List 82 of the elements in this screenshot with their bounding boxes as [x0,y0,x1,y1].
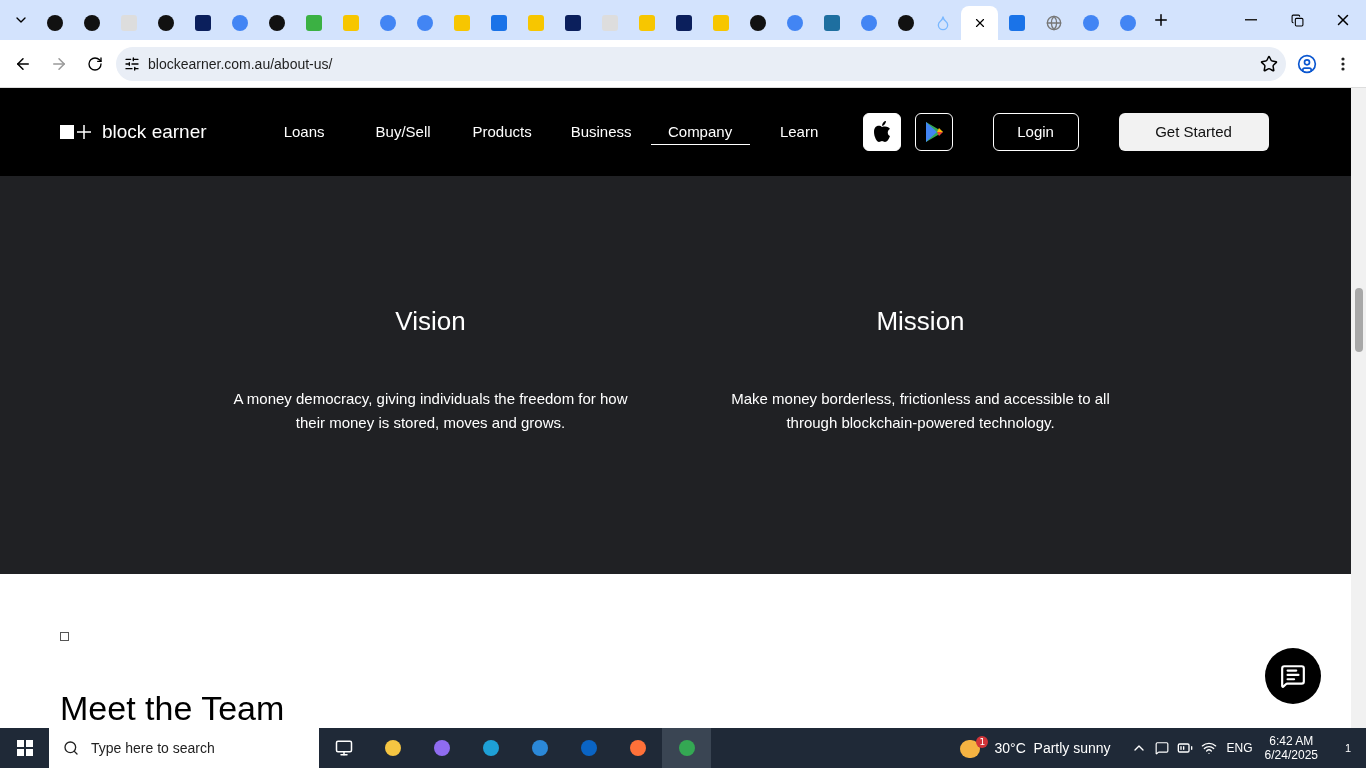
favicon-icon [675,15,692,31]
play-icon [923,120,944,143]
app-icon [384,740,401,756]
language-indicator[interactable]: ENG [1226,741,1253,755]
favicon-icon [1008,15,1025,31]
scroll-thumb[interactable] [1355,288,1363,352]
favicon-icon [564,15,581,31]
favicon-icon [860,15,877,31]
site-settings-icon[interactable] [124,55,140,72]
scrollbar[interactable] [1351,88,1366,728]
app-store-button[interactable] [862,112,901,151]
weather-badge: 1 [976,736,989,748]
address-bar[interactable]: blockearner.com.au/about-us/ [116,46,1286,81]
favicon-icon [527,15,544,31]
browser-icon [678,740,695,756]
chat-button[interactable] [1265,648,1321,704]
logo-icon [60,123,92,140]
app-icon [482,740,499,756]
restore-icon [1290,13,1304,27]
bookmark-icon[interactable] [1260,54,1278,73]
globe-icon [1045,15,1062,31]
section-text: A money democracy, giving individuals the freedom for how their money is stored, moves and grows. [232,388,629,433]
notification-count[interactable]: 1 [1330,742,1366,754]
favicon-icon [157,15,174,31]
app-icon [629,740,646,756]
login-button[interactable]: Login [992,112,1079,151]
reload-icon [87,55,103,72]
nav-link[interactable]: Learn [749,118,849,145]
nav-link[interactable]: Business [551,118,651,145]
clock-time[interactable]: 6:42 AM [1269,734,1314,748]
url-text: blockearner.com.au/about-us/ [148,55,333,72]
search-placeholder: Type here to search [91,740,215,756]
minimize-icon [1245,19,1257,21]
favicon-icon [120,15,137,31]
favicon-icon [268,15,285,31]
app-icon [580,740,597,756]
square-mark-icon [60,632,69,641]
favicon-icon [342,15,359,31]
section-title: Mission [876,305,965,337]
favicon-icon [638,15,655,31]
favicon-icon [749,15,766,31]
app-icon [433,740,450,756]
nav-link[interactable]: Products [452,118,552,145]
favicon-icon [1082,15,1099,31]
plus-icon [1152,11,1170,29]
chat-icon [1280,663,1306,689]
play-store-button[interactable] [914,112,953,151]
site-logo[interactable]: block earner [60,120,207,143]
nav-link[interactable]: Company [650,118,750,145]
favicon-icon [712,15,729,31]
favicon-icon [416,15,433,31]
menu-icon [1341,56,1345,71]
favicon-icon [194,15,211,31]
favicon-icon [490,15,507,31]
favicon-icon [379,15,396,31]
nav-link[interactable]: Buy/Sell [353,118,453,145]
favicon-icon [453,15,470,31]
profile-icon [1297,53,1317,74]
favicon-icon [46,15,63,31]
weather-text[interactable]: 30°C Partly sunny [994,740,1111,756]
favicon-icon [897,15,914,31]
app-icon [531,740,548,756]
clock-date[interactable]: 6/24/2025 [1264,748,1318,762]
favicon-icon [83,15,100,31]
nav-link[interactable]: Loans [254,118,354,145]
task-view-icon [334,739,353,757]
search-icon [63,740,79,756]
section-text: Make money borderless, frictionless and accessible to all through blockchain-powered technology. [730,388,1111,433]
favicon-icon [601,15,618,31]
team-heading: Meet the Team [60,689,286,728]
weather-icon[interactable] [960,740,981,758]
favicon-icon [823,15,840,31]
taskbar-search[interactable]: Type here to search [49,728,319,768]
get-started-button[interactable]: Get Started [1118,112,1269,151]
battery-icon[interactable] [1176,740,1193,756]
windows-icon [16,740,33,756]
favicon-icon [1119,15,1136,31]
favicon-icon [305,15,322,31]
section-title: Vision [395,305,466,337]
favicon-icon [231,15,248,31]
wifi-icon[interactable] [1200,740,1217,756]
favicon-icon [786,15,803,31]
